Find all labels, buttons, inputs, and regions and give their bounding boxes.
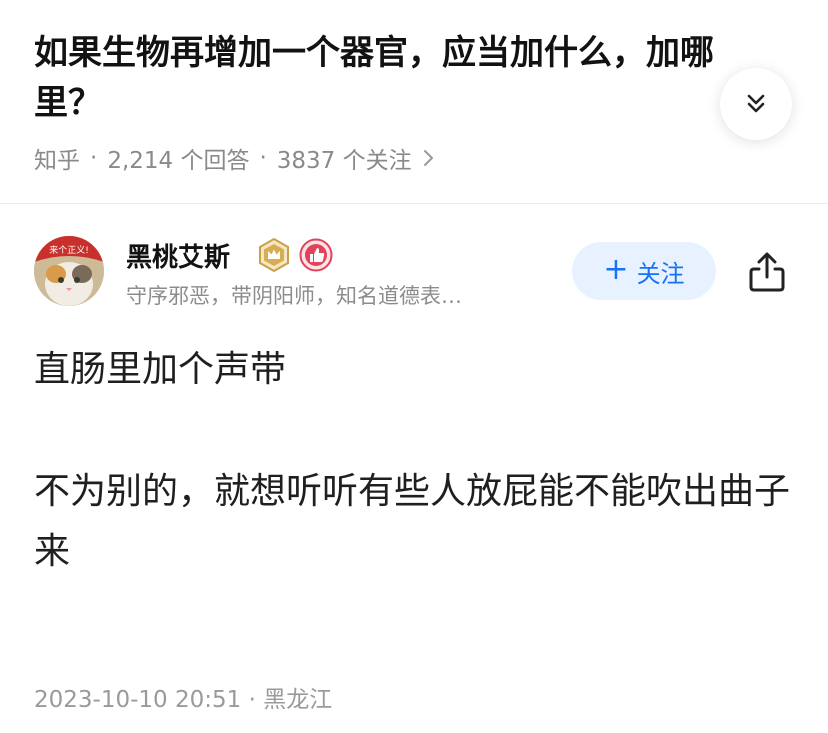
double-chevron-down-icon <box>747 94 765 113</box>
svg-text:来个正义!: 来个正义! <box>49 245 89 256</box>
meta-separator: · <box>90 145 98 171</box>
chevron-right-icon <box>423 150 433 166</box>
answer-datetime: 2023-10-10 20:51 <box>34 687 242 713</box>
source-label: 知乎 <box>34 148 80 174</box>
answer-footer-meta: 2023-10-10 20:51 · 黑龙江 <box>34 680 332 714</box>
section-divider <box>0 203 828 204</box>
footer-separator: · <box>248 687 256 713</box>
follow-button[interactable]: + 关注 <box>572 242 716 300</box>
author-bio: 守序邪恶，带阴阳师，知名道德表… <box>126 284 462 308</box>
answer-page: 如果生物再增加一个器官，应当加什么，加哪里？ 知乎 · 2,214 个回答 · … <box>0 0 828 733</box>
crown-badge-icon[interactable] <box>257 238 291 272</box>
thumbs-up-badge-icon[interactable] <box>299 238 333 272</box>
plus-icon: + <box>603 252 629 287</box>
answer-paragraph: 不为别的，就想听听有些人放屁能不能吹出曲子来 <box>34 471 791 572</box>
follower-count: 3837 个关注 <box>276 148 412 174</box>
question-meta[interactable]: 知乎 · 2,214 个回答 · 3837 个关注 <box>34 141 436 175</box>
author-avatar[interactable]: 来个正义! <box>34 236 104 306</box>
answer-location: 黑龙江 <box>263 687 333 713</box>
author-name[interactable]: 黑桃艾斯 <box>126 237 230 274</box>
meta-separator: · <box>259 145 267 171</box>
collapse-button[interactable] <box>720 68 792 140</box>
follow-label: 关注 <box>636 259 685 288</box>
question-title[interactable]: 如果生物再增加一个器官，应当加什么，加哪里？ <box>34 28 774 128</box>
answer-paragraph: 直肠里加个声带 <box>34 349 287 390</box>
answer-body: 直肠里加个声带 不为别的，就想听听有些人放屁能不能吹出曲子来 <box>34 340 794 582</box>
answer-count: 2,214 个回答 <box>107 148 250 174</box>
share-icon[interactable] <box>746 250 788 294</box>
cat-avatar-image: 来个正义! <box>34 236 104 306</box>
